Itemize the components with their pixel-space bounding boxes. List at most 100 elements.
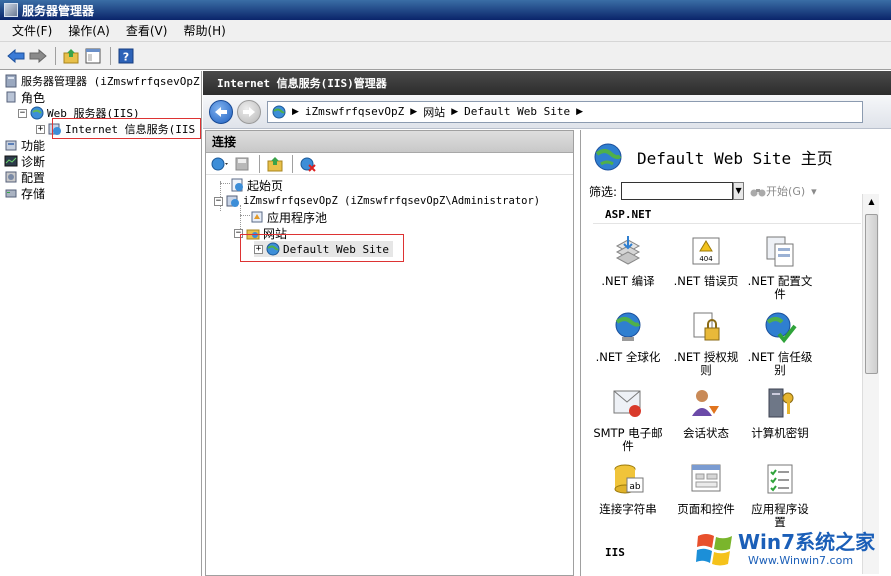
feature-net-globalization[interactable]: .NET 全球化 xyxy=(591,310,665,364)
tree-label: 应用程序池 xyxy=(267,210,328,225)
net-authorization-icon xyxy=(693,312,720,341)
tree-item-diagnostics[interactable]: 诊断 xyxy=(4,153,45,169)
diagnostics-icon xyxy=(4,155,18,167)
main-toolbar: ? xyxy=(0,42,891,70)
feature-application-settings[interactable]: 应用程序设 置 xyxy=(743,462,817,529)
chevron-right-icon: ▶ xyxy=(410,106,418,117)
feature-pages-and-controls[interactable]: 页面和控件 xyxy=(669,462,743,516)
watermark-text: Win7系统之家 xyxy=(738,530,876,554)
breadcrumb-sites[interactable]: 网站 xyxy=(423,104,445,120)
collapse-toggle[interactable]: − xyxy=(214,196,223,206)
server-manager-app-icon xyxy=(4,3,18,17)
chevron-down-icon[interactable]: ▼ xyxy=(733,182,745,200)
up-level-icon[interactable] xyxy=(265,154,285,174)
conn-item-start-page[interactable]: 起始页 xyxy=(230,177,283,193)
conn-item-server[interactable]: − iZmswfrfqsevOpZ (iZmswfrfqsevOpZ\Admin… xyxy=(214,193,540,209)
globe-icon xyxy=(272,105,286,118)
feature-net-authorization[interactable]: .NET 授权规 则 xyxy=(669,310,743,377)
net-trust-levels-icon xyxy=(765,312,797,344)
feature-label: 别 xyxy=(774,363,786,377)
toolbar-separator xyxy=(55,46,56,65)
machine-key-icon xyxy=(768,388,794,418)
help-icon[interactable]: ? xyxy=(116,46,136,66)
filter-input[interactable] xyxy=(621,182,734,200)
feature-label: .NET 编译 xyxy=(601,274,655,288)
save-icon[interactable] xyxy=(232,154,252,174)
feature-net-trust-levels[interactable]: .NET 信任级 别 xyxy=(743,310,817,377)
connections-pane: 连接 起始页 − iZmswfrfqsevOpZ (iZmswfrfqsevOp… xyxy=(205,130,574,576)
tree-item-storage[interactable]: 存储 xyxy=(4,185,45,201)
breadcrumb-server[interactable]: iZmswfrfqsevOpZ xyxy=(305,105,404,118)
feature-label: .NET 全球化 xyxy=(595,350,661,364)
menu-help[interactable]: 帮助(H) xyxy=(175,20,233,42)
menu-file[interactable]: 文件(F) xyxy=(0,20,60,42)
feature-label: 件 xyxy=(774,287,786,301)
filter-bar: 筛选: ▼ 开始(G) ▾ xyxy=(589,178,885,204)
net-compilation-icon xyxy=(615,236,641,265)
start-button[interactable]: 开始(G) ▾ xyxy=(750,183,817,199)
tree-item-roles[interactable]: 角色 xyxy=(4,89,45,105)
breadcrumb-default-site[interactable]: Default Web Site xyxy=(464,105,570,118)
expand-toggle[interactable]: + xyxy=(36,124,45,134)
tree-guide-line xyxy=(220,183,230,184)
toolbar-separator xyxy=(292,154,293,173)
menu-bar: 文件(F) 操作(A) 查看(V) 帮助(H) xyxy=(0,20,891,42)
forward-arrow-icon[interactable] xyxy=(28,46,48,66)
feature-net-compilation[interactable]: .NET 编译 xyxy=(591,234,665,288)
feature-smtp-email[interactable]: SMTP 电子邮 件 xyxy=(591,386,665,453)
config-icon xyxy=(5,171,17,183)
chevron-down-icon: ▾ xyxy=(811,184,817,198)
menu-view[interactable]: 查看(V) xyxy=(118,20,176,42)
tree-item-root[interactable]: 服务器管理器 (iZmswfrfqsevOpZ) xyxy=(4,73,201,89)
collapse-toggle[interactable]: − xyxy=(18,108,27,118)
pages-and-controls-icon xyxy=(691,464,721,492)
filter-label: 筛选: xyxy=(589,184,618,199)
back-button[interactable] xyxy=(209,99,233,124)
tree-label: 功能 xyxy=(21,138,46,153)
net-error-pages-icon: 404 xyxy=(692,237,720,265)
application-settings-icon xyxy=(767,464,793,494)
title-bar: 服务器管理器 xyxy=(0,0,891,20)
breadcrumb[interactable]: ▶ iZmswfrfqsevOpZ ▶ 网站 ▶ Default Web Sit… xyxy=(267,100,863,123)
group-header-aspnet: ASP.NET xyxy=(593,208,861,224)
watermark: Win7系统之家 Www.Winwin7.com xyxy=(694,524,889,574)
globe-icon xyxy=(615,312,641,341)
session-state-icon xyxy=(692,390,719,416)
up-folder-icon[interactable] xyxy=(61,46,81,66)
tree-item-config[interactable]: 配置 xyxy=(4,169,45,185)
menu-action[interactable]: 操作(A) xyxy=(60,20,118,42)
tree-label: 角色 xyxy=(21,90,46,105)
feature-label: 件 xyxy=(622,439,634,453)
tree-label: 诊断 xyxy=(21,154,46,169)
feature-connection-strings[interactable]: ab 连接字符串 xyxy=(591,462,665,516)
connections-toolbar xyxy=(206,153,573,175)
scroll-up-arrow-icon[interactable]: ▲ xyxy=(863,194,880,210)
svg-text:ab: ab xyxy=(629,482,641,492)
page-title: Default Web Site 主页 xyxy=(637,149,833,168)
tree-guide-line xyxy=(240,215,250,216)
forward-button[interactable] xyxy=(237,99,261,124)
web-server-icon xyxy=(30,106,44,120)
feature-net-profile[interactable]: .NET 配置文 件 xyxy=(743,234,817,301)
iis-header-title: Internet 信息服务(IIS)管理器 xyxy=(217,77,387,90)
connect-globe-icon[interactable] xyxy=(210,154,230,174)
app-pool-icon xyxy=(251,211,263,223)
show-hide-console-icon[interactable] xyxy=(83,46,103,66)
scrollbar-thumb[interactable] xyxy=(865,214,878,374)
svg-text:404: 404 xyxy=(699,255,713,263)
tree-label: iZmswfrfqsevOpZ (iZmswfrfqsevOpZ\Adminis… xyxy=(243,195,541,207)
features-scrollbar[interactable]: ▲ xyxy=(862,194,879,574)
feature-net-error-pages[interactable]: 404 .NET 错误页 xyxy=(669,234,743,288)
feature-machine-key[interactable]: 计算机密钥 xyxy=(743,386,817,440)
tree-item-features[interactable]: 功能 xyxy=(4,137,45,153)
server-icon xyxy=(226,195,239,207)
disconnect-icon[interactable] xyxy=(298,154,318,174)
back-arrow-icon[interactable] xyxy=(6,46,26,66)
conn-item-app-pools[interactable]: 应用程序池 xyxy=(250,209,327,225)
feature-label: 连接字符串 xyxy=(599,502,657,516)
feature-session-state[interactable]: 会话状态 xyxy=(669,386,743,440)
chevron-right-icon: ▶ xyxy=(292,106,299,117)
chevron-right-icon: ▶ xyxy=(451,106,459,117)
connection-strings-icon: ab xyxy=(614,464,644,494)
smtp-email-icon xyxy=(613,390,641,417)
